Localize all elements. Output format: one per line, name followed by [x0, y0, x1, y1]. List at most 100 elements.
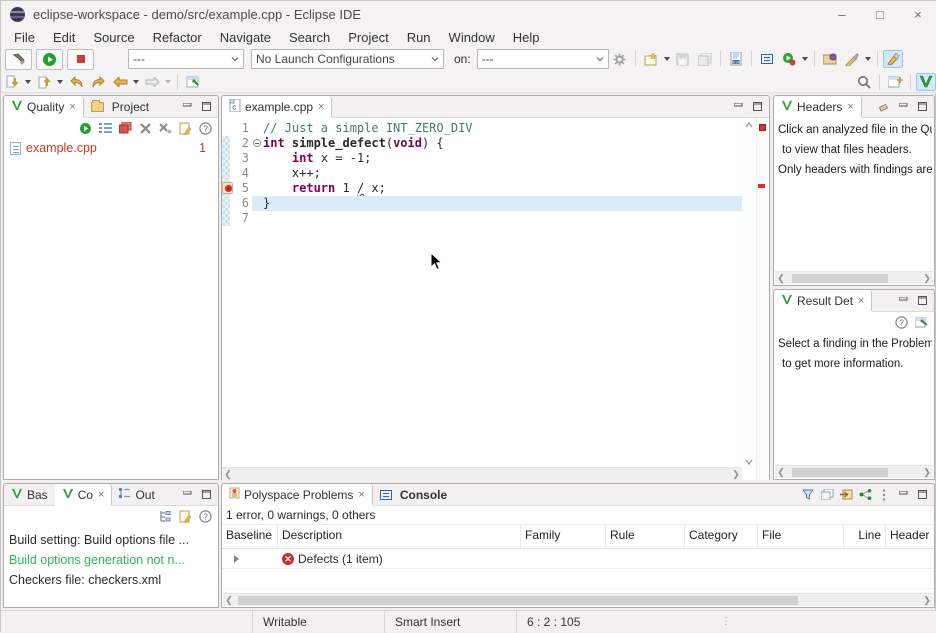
launch-config-combo[interactable]: No Launch Configurations	[251, 49, 444, 69]
col-rule[interactable]: Rule	[606, 525, 685, 548]
col-header[interactable]: Header	[886, 525, 934, 548]
next-annotation-dropdown[interactable]	[25, 80, 31, 84]
run-analysis-icon[interactable]	[76, 120, 94, 136]
col-family[interactable]: Family	[521, 525, 606, 548]
menu-window[interactable]: Window	[440, 28, 504, 47]
menu-search[interactable]: Search	[280, 28, 339, 47]
forward-history-icon[interactable]	[142, 73, 162, 91]
run-external-icon[interactable]	[779, 50, 799, 68]
configure-icon[interactable]	[176, 120, 194, 136]
menu-help[interactable]: Help	[504, 28, 549, 47]
search-icon[interactable]	[854, 73, 874, 91]
col-line[interactable]: Line	[844, 525, 886, 548]
duplicate-view-icon[interactable]	[819, 488, 835, 502]
menu-edit[interactable]: Edit	[44, 28, 84, 47]
help-icon[interactable]: ?	[892, 314, 910, 330]
tab-outline[interactable]: Out	[112, 484, 161, 505]
scroll-left-icon[interactable]: ❮	[223, 595, 235, 606]
toggle-highlight-icon[interactable]	[883, 50, 903, 68]
close-button[interactable]: ×	[899, 1, 936, 27]
fold-collapse-icon[interactable]	[253, 139, 261, 147]
code-editor-area[interactable]: 1 // Just a simple INT_ZERO_DIV 2 int si…	[222, 118, 769, 480]
close-icon[interactable]: ×	[318, 101, 324, 113]
menu-file[interactable]: File	[5, 28, 44, 47]
build-hammer-button[interactable]	[5, 49, 32, 70]
next-annotation-icon[interactable]	[2, 73, 22, 91]
tab-headers[interactable]: Headers ×	[774, 96, 862, 117]
copy-results-icon[interactable]	[116, 120, 134, 136]
open-type-icon[interactable]	[820, 50, 840, 68]
open-review-icon[interactable]	[912, 314, 930, 330]
maximize-view-icon[interactable]	[914, 100, 930, 114]
scroll-right-icon[interactable]: ❯	[921, 273, 933, 284]
help-icon[interactable]: ?	[196, 508, 214, 524]
minimize-view-icon[interactable]	[179, 488, 195, 502]
launch-settings-gear-icon[interactable]	[610, 50, 630, 68]
open-perspective-icon[interactable]	[885, 73, 905, 91]
next-edit-location-icon[interactable]	[88, 73, 108, 91]
maximize-view-icon[interactable]	[198, 488, 214, 502]
minimize-view-icon[interactable]	[895, 294, 911, 308]
clear-icon[interactable]	[876, 100, 892, 114]
launch-target-combo[interactable]: ---	[477, 49, 609, 69]
scroll-right-icon[interactable]: ❯	[921, 467, 933, 478]
share-results-icon[interactable]	[857, 488, 873, 502]
view-menu-icon[interactable]	[876, 488, 892, 502]
scroll-right-icon[interactable]: ❯	[921, 595, 933, 606]
minimize-view-icon[interactable]	[730, 100, 746, 114]
tab-result-details[interactable]: Result Det ×	[774, 290, 872, 311]
mark-occurrences-icon[interactable]	[842, 50, 862, 68]
scroll-left-icon[interactable]: ❮	[775, 273, 787, 284]
remove-result-icon[interactable]	[136, 120, 154, 136]
previous-annotation-icon[interactable]	[34, 73, 54, 91]
import-results-icon[interactable]	[838, 488, 854, 502]
close-icon[interactable]: ×	[358, 489, 364, 501]
save-all-icon[interactable]	[695, 50, 715, 68]
analyzed-file-row[interactable]: example.cpp 1	[4, 138, 218, 158]
headers-horizontal-scrollbar[interactable]: ❮ ❯	[775, 271, 933, 284]
tab-baseline[interactable]: Bas	[4, 484, 55, 505]
minimize-button[interactable]: –	[823, 1, 861, 27]
expand-tree-icon[interactable]	[156, 508, 174, 524]
overview-error-indicator[interactable]	[759, 124, 766, 131]
expand-icon[interactable]	[234, 555, 239, 563]
minimize-view-icon[interactable]	[895, 488, 911, 502]
filter-icon[interactable]	[800, 488, 816, 502]
result-details-horizontal-scrollbar[interactable]: ❮ ❯	[775, 465, 933, 478]
minimize-view-icon[interactable]	[895, 100, 911, 114]
stop-button[interactable]	[67, 49, 94, 70]
new-wizard-dropdown[interactable]	[664, 57, 670, 61]
maximize-button[interactable]: □	[861, 1, 899, 27]
tab-editor-example-cpp[interactable]: c example.cpp ×	[222, 96, 332, 117]
problems-horizontal-scrollbar[interactable]: ❮ ❯	[223, 593, 933, 606]
close-icon[interactable]: ×	[858, 295, 864, 307]
col-baseline[interactable]: Baseline	[222, 525, 278, 548]
help-icon[interactable]: ?	[196, 120, 214, 136]
new-wizard-icon[interactable]	[641, 50, 661, 68]
tab-configuration[interactable]: Co ×	[55, 484, 113, 505]
editor-horizontal-scrollbar[interactable]: ❮ ❯	[222, 467, 742, 480]
col-description[interactable]: Description	[278, 525, 521, 548]
close-icon[interactable]: ×	[98, 489, 104, 501]
scroll-left-icon[interactable]: ❮	[222, 469, 234, 480]
overview-error-tick[interactable]	[758, 184, 765, 188]
tab-quality[interactable]: Quality ×	[4, 96, 84, 117]
table-row-defects[interactable]: ✕ Defects (1 item)	[222, 549, 934, 569]
back-history-icon[interactable]	[110, 73, 130, 91]
mark-occurrences-dropdown[interactable]	[865, 57, 871, 61]
col-category[interactable]: Category	[685, 525, 758, 548]
scroll-right-icon[interactable]: ❯	[730, 469, 742, 480]
save-icon[interactable]	[673, 50, 693, 68]
scroll-up-icon[interactable]	[745, 120, 753, 128]
close-icon[interactable]: ×	[847, 101, 853, 113]
editor-vertical-scrollbar[interactable]	[743, 118, 756, 467]
maximize-view-icon[interactable]	[198, 100, 214, 114]
col-file[interactable]: File	[758, 525, 844, 548]
forward-history-dropdown[interactable]	[165, 80, 171, 84]
menu-project[interactable]: Project	[339, 28, 397, 47]
overview-ruler[interactable]	[756, 118, 769, 480]
tab-project[interactable]: Project	[84, 96, 156, 117]
scroll-down-icon[interactable]	[745, 457, 753, 465]
polyspace-perspective-button[interactable]	[916, 73, 936, 91]
last-edit-location-icon[interactable]	[66, 73, 86, 91]
